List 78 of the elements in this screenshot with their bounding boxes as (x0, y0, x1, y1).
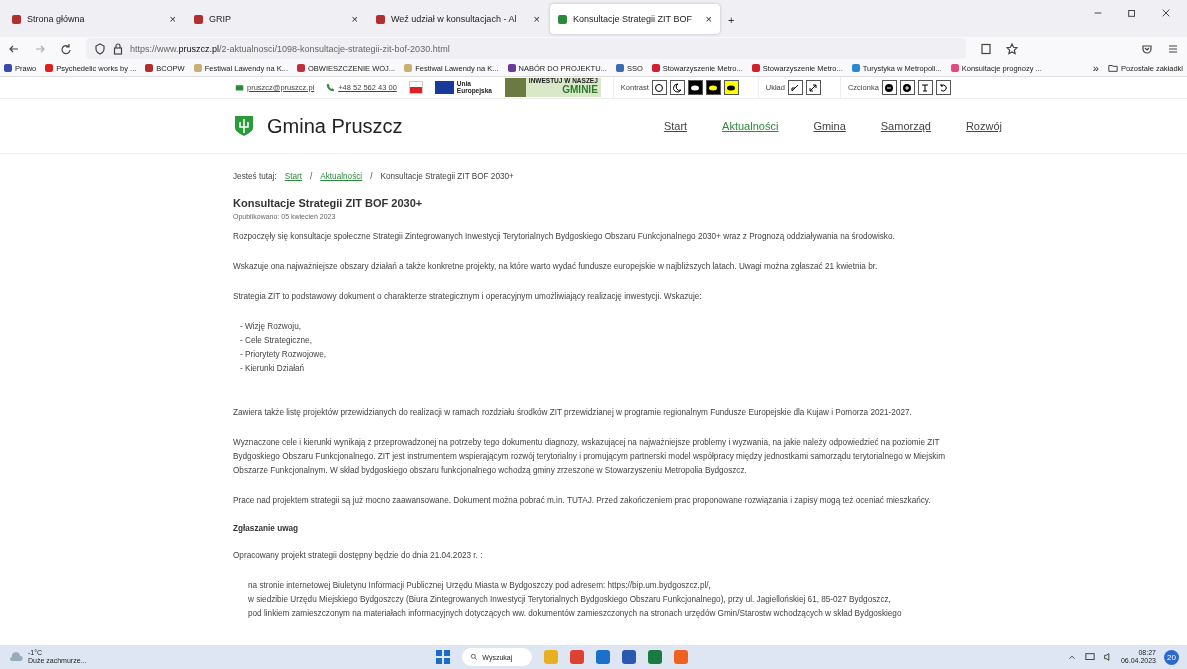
breadcrumb-label: Jesteś tutaj: (233, 172, 277, 181)
section-heading: Zgłaszanie uwag (233, 524, 300, 533)
expand-arrow-icon (807, 81, 820, 94)
paragraph: Strategia ZIT to podstawowy dokument o charakterze strategicznym i operacyjnym umożliwiający realizację inwestycji. Wskazuje: (233, 291, 703, 303)
shrink-layout-button[interactable] (787, 80, 803, 95)
breadcrumb-current: Konsultacje Strategii ZIT BOF 2030+ (380, 172, 514, 181)
phone-icon (326, 83, 336, 92)
site-icon (194, 14, 203, 24)
nav-link[interactable]: Rozwój (965, 120, 1002, 132)
breadcrumb-separator: / (370, 172, 373, 181)
list-item: na stronie internetowej Biuletynu Informacji Publicznej Urzędu Miasta w Bydgoszczy pod adresem: https://bip.um.bydgoszcz.pl/, (248, 580, 712, 592)
notification-badge[interactable]: 20 (1164, 649, 1179, 665)
close-tab-button[interactable]: × (169, 13, 176, 25)
reload-icon (60, 42, 72, 55)
list-item: w siedzibie Urzędu Miejskiego Bydgoszczy (Biura Zintegrowanych Inwestycji Terytorialnych Bydgoskiego Obszaru Funkcjonalnego), przy ul. Jagiellońskiej 61, 85-027 Bydgoszcz, (248, 594, 892, 606)
paragraph: Rozpoczęły się konsultacje społeczne Strategii Zintegrowanych Inwestycji Terytorialnych Bydgoskiego Obszaru Funkcjonalnego 2030+ wraz z Prognozą oddziaływania na środowisko. (233, 231, 896, 243)
paragraph: Wyznaczone cele i kierunki wynikają z przeprowadzonej na potrzeby tego dokumentu diagnozy, wskazującej na najważniejsze problemy i wyzwania, na jakie należy odpowiedzieć na poziomie ZIT Bydgoskiego Obszaru Funkcjonalnego. ZIT jest instrumentem wspierającym rozwój terytorialny i promującym partnerski model współpracy między jednostkami samorządu terytorialnego w Miejskim Obszarze Funkcjonalnym. W skład bydgoskiego obszaru funkcjonalnego wchodzą gminy zrzeszone w Stowarzyszeniu Metropolia Bydgoszcz. (233, 437, 946, 477)
breadcrumb-separator: / (310, 172, 313, 181)
nav-link[interactable]: Gmina (813, 120, 846, 132)
reset-icon (937, 81, 950, 94)
nav-link[interactable]: Samorząd (880, 120, 931, 132)
contrast-normal-button[interactable] (651, 80, 667, 95)
night-mode-button[interactable] (669, 80, 685, 95)
lock-icon (112, 42, 124, 55)
address-bar[interactable]: https://www.pruszcz.pl/2-aktualnosci/1098-konsultacje-strategii-zit-bof-2030.html (86, 38, 966, 59)
paragraph: Opracowany projekt strategii dostępny będzie do dnia 21.04.2023 r. : (233, 550, 484, 562)
breadcrumb-link[interactable]: Start (284, 172, 302, 181)
list-item: - Kierunki Działań (240, 363, 306, 375)
site-icon (376, 14, 385, 24)
eye-contrast-button[interactable] (723, 80, 739, 95)
font-text-button[interactable] (917, 80, 933, 95)
eu-flag-logo (434, 81, 454, 94)
restore-icon (1127, 7, 1137, 18)
site-icon (12, 14, 21, 24)
paragraph: Prace nad projektem strategii są już mocno zaawansowane. Dokument można pobrać m.in. TUTAJ. Przed zakończeniem prac proponowane rozwiązania i zapisy mogą też oceniać mieszkańcy. (233, 495, 932, 507)
search-icon (470, 653, 479, 661)
moon-icon (671, 81, 684, 94)
site-icon (558, 14, 567, 24)
close-tab-button[interactable]: × (533, 13, 540, 25)
monitor-icon (1084, 652, 1095, 662)
expand-layout-button[interactable] (805, 80, 821, 95)
flag-logo (408, 81, 423, 94)
browser-tab[interactable]: Konsultacje Strategii ZIT BOF × (550, 4, 720, 34)
list-item: - Cele Strategiczne, (240, 335, 313, 347)
paragraph: Wskazuje ona najważniejsze obszary działań a także konkretne projekty, na które warto wydać fundusze europejskie w najbliższych latach. Uwagi można zgłaszać 21 kwietnia br. (233, 261, 879, 273)
close-icon (1161, 7, 1171, 18)
font-plus-button[interactable] (899, 80, 915, 95)
close-tab-button[interactable]: × (705, 13, 712, 25)
shield-icon (94, 42, 106, 55)
eye-contrast-button[interactable] (705, 80, 721, 95)
nav-link[interactable]: Start (663, 120, 688, 132)
pocket-icon (1141, 42, 1153, 55)
plus-icon (901, 81, 914, 94)
browser-tab[interactable]: Strona główna × (4, 4, 184, 34)
font-reset-button[interactable] (935, 80, 951, 95)
site-name: Gmina Pruszcz (267, 114, 403, 138)
browser-tab[interactable]: Weź udział w konsultacjach - Al × (368, 4, 548, 34)
paragraph: Zawiera także listę projektów przewidzianych do realizacji w ramach rozdziału środków ZIT przewidzianej w programie regionalnym Fundusze Europejskie dla Kujaw i Pomorza 2021-2027. (233, 407, 913, 419)
close-tab-button[interactable]: × (351, 13, 358, 25)
breadcrumb-link[interactable]: Aktualności (320, 172, 363, 181)
shield-logo (235, 116, 253, 136)
more-bookmarks-button[interactable]: » (1092, 62, 1099, 74)
article-title: Konsultacje Strategii ZIT BOF 2030+ (233, 197, 424, 209)
list-item: pod linkiem zamieszczonym na materiałach informacyjnych dotyczących ww. dokumentów zamieszczonych na stronach urzędów Gmin/Starostw wchodzących w skład Bydgoskiego (248, 608, 903, 620)
browser-tab[interactable]: GRIP × (186, 4, 366, 34)
nav-link[interactable]: Aktualności (722, 120, 779, 132)
circle-icon (653, 81, 666, 94)
folder-icon (1107, 63, 1118, 73)
list-item: - Wizję Rozwoju, (240, 321, 302, 333)
menu-icon (1167, 42, 1179, 55)
new-tab-button[interactable]: + (722, 13, 741, 27)
list-item: - Priorytety Rozwojowe, (240, 349, 327, 361)
reader-view-icon (980, 42, 992, 55)
star-icon (1006, 42, 1018, 55)
font-minus-button[interactable] (881, 80, 897, 95)
start-icon[interactable] (436, 650, 451, 664)
eye-contrast-button[interactable] (687, 80, 703, 95)
minus-icon (883, 81, 896, 94)
